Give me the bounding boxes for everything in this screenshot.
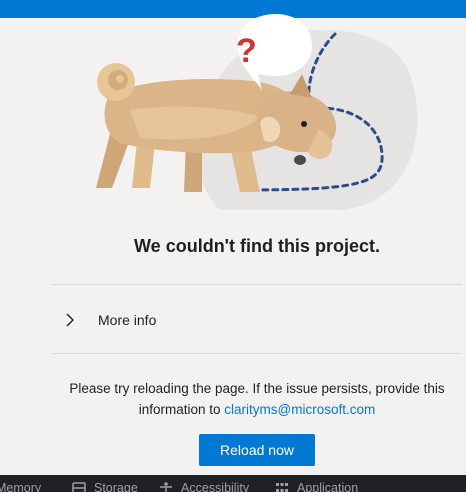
reload-now-button[interactable]: Reload now <box>199 434 315 466</box>
devtools-tab-storage[interactable]: Storage <box>72 481 138 492</box>
devtools-panel-tabs: Memory Storage Accessibility Application <box>0 475 466 492</box>
devtools-tab-label: Storage <box>94 481 138 492</box>
devtools-tab-application[interactable]: Application <box>275 481 358 492</box>
divider-top <box>52 284 462 285</box>
more-info-expander[interactable]: More info <box>58 306 156 334</box>
error-page: ? We couldn't find this project. More in… <box>0 0 466 492</box>
devtools-tab-label: Application <box>297 481 359 492</box>
devtools-tab-memory[interactable]: Memory <box>0 481 41 492</box>
confused-dog-illustration: ? <box>96 14 418 210</box>
error-message: Please try reloading the page. If the is… <box>56 378 458 420</box>
svg-text:?: ? <box>236 32 257 70</box>
accessibility-icon <box>159 482 173 492</box>
devtools-tab-label: Memory <box>0 481 42 492</box>
devtools-tab-accessibility[interactable]: Accessibility <box>159 481 249 492</box>
divider-bottom <box>52 353 462 354</box>
application-icon <box>275 482 289 492</box>
storage-icon <box>72 482 86 492</box>
support-email-link[interactable]: clarityms@microsoft.com <box>224 402 375 417</box>
chevron-right-icon <box>58 308 82 332</box>
devtools-tab-label: Accessibility <box>181 481 250 492</box>
more-info-label: More info <box>98 312 157 328</box>
page-title: We couldn't find this project. <box>134 236 380 256</box>
